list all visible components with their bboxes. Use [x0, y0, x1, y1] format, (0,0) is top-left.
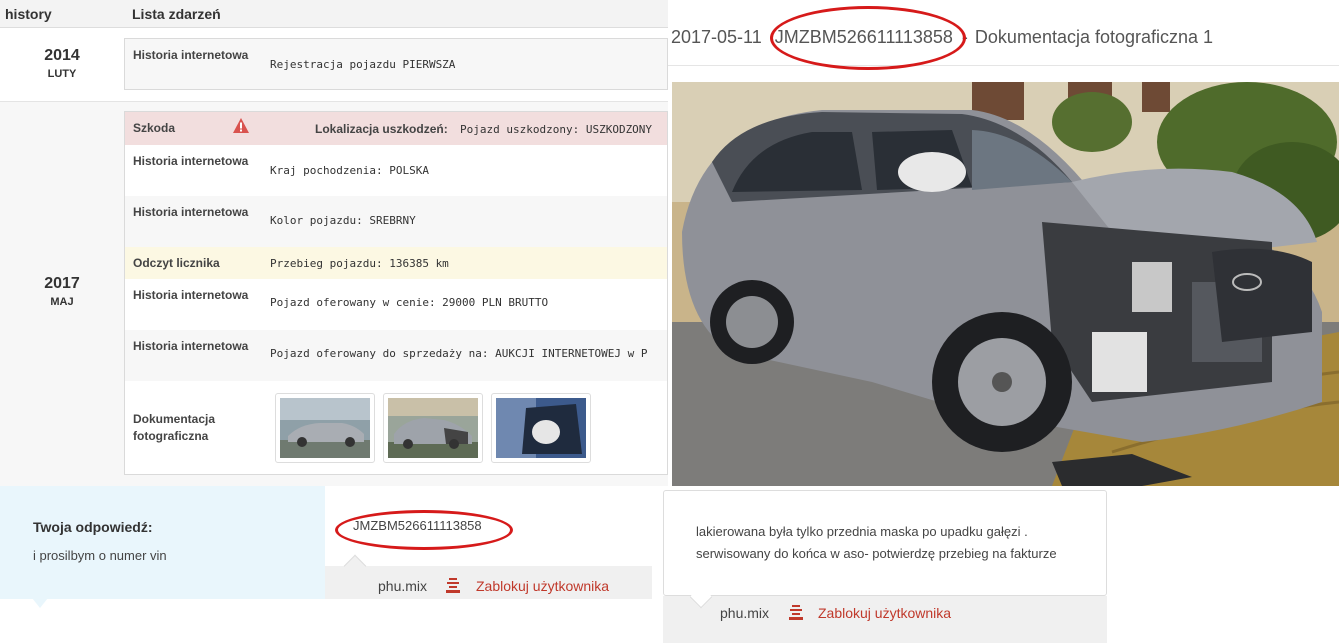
events-2014: Historia internetowa Rejestracja pojazdu…: [124, 38, 668, 90]
event-text: Kraj pochodzenia: POLSKA: [270, 164, 429, 177]
your-answer-label: Twoja odpowiedź:: [33, 519, 153, 535]
event-row: Historia internetowa Pojazd oferowany w …: [125, 279, 667, 330]
event-row-photos: Dokumentacja fotograficzna: [125, 381, 667, 475]
seller-username[interactable]: phu.mix: [720, 605, 769, 621]
reply-message-box: lakierowana była tylko przednia maska po…: [663, 490, 1107, 596]
damaged-car-photo[interactable]: [672, 82, 1339, 486]
event-text: Kolor pojazdu: SREBRNY: [270, 214, 416, 227]
event-row: Historia internetowa Kraj pochodzenia: P…: [125, 145, 667, 196]
event-row: Historia internetowa Pojazd oferowany do…: [125, 330, 667, 381]
photo-thumbnail[interactable]: [383, 393, 483, 463]
event-row: Historia internetowa Kolor pojazdu: SREB…: [125, 196, 667, 247]
block-user-link[interactable]: Zablokuj użytkownika: [818, 605, 951, 621]
month-label: LUTY: [47, 68, 77, 80]
photo-thumbnail[interactable]: [275, 393, 375, 463]
annotation-circle-vin: [770, 6, 966, 70]
warning-triangle-icon: [233, 118, 249, 133]
photo-header: 2017-05-11 JMZBM526611113858 - Dokumenta…: [668, 0, 1339, 70]
event-type: Dokumentacja fotograficzna: [133, 412, 216, 443]
photo-date: 2017-05-11: [671, 27, 762, 47]
event-type: Historia internetowa: [133, 339, 249, 353]
seller-reply-2: lakierowana była tylko przednia maska po…: [663, 490, 1107, 643]
history-header: history Lista zdarzeń: [0, 0, 668, 28]
event-row-damage: Szkoda Lokalizacja uszkodzeń: Pojazd usz…: [125, 112, 667, 145]
your-answer-text: i prosilbym o numer vin: [33, 548, 167, 563]
photo-panel: 2017-05-11 JMZBM526611113858 - Dokumenta…: [668, 0, 1339, 486]
event-text: Pojazd oferowany w cenie: 29000 PLN BRUT…: [270, 296, 549, 309]
year-label: 2017: [44, 275, 80, 292]
history-header-left: history: [5, 6, 52, 22]
block-user-icon[interactable]: [789, 604, 803, 621]
event-text: Rejestracja pojazdu PIERWSZA: [270, 58, 456, 71]
reply-message-line-1: lakierowana była tylko przednia maska po…: [696, 524, 1028, 539]
your-answer-box: Twoja odpowiedź: i prosilbym o numer vin: [0, 486, 325, 608]
event-type: Historia internetowa: [133, 288, 249, 302]
car-thumbnail-1: [280, 398, 370, 458]
car-photo-illustration: [672, 82, 1339, 486]
event-type: Historia internetowa: [133, 154, 249, 168]
reply-bubble-notch: [343, 554, 367, 578]
car-thumbnail-2: [388, 398, 478, 458]
history-header-events: Lista zdarzeń: [132, 6, 221, 22]
seller-reply-1: JMZBM526611113858 phu.mix Zablokuj użytk…: [325, 486, 652, 599]
event-text: Pojazd uszkodzony: USZKODZONY: [460, 123, 653, 136]
event-text: Przebieg pojazdu: 136385 km: [270, 257, 449, 270]
year-2014: 2014 LUTY: [0, 47, 124, 80]
event-row: Historia internetowa Rejestracja pojazdu…: [125, 39, 667, 89]
event-type: Historia internetowa: [133, 205, 249, 219]
answer-bubble-tail: [32, 598, 48, 608]
seller-username[interactable]: phu.mix: [378, 578, 427, 594]
car-thumbnail-3: [496, 398, 586, 458]
event-type: Historia internetowa: [133, 48, 249, 62]
event-row-odometer: Odczyt licznika Przebieg pojazdu: 136385…: [125, 247, 667, 279]
reply-message-line-2: serwisowany do końca w aso- potwierdzę p…: [696, 546, 1057, 561]
photo-title-text: Dokumentacja fotograficzna 1: [974, 27, 1214, 47]
year-2017: 2017 MAJ: [0, 275, 124, 308]
year-label: 2014: [44, 47, 80, 64]
events-2017: Szkoda Lokalizacja uszkodzeń: Pojazd usz…: [124, 111, 668, 475]
block-user-link[interactable]: Zablokuj użytkownika: [476, 578, 609, 594]
month-label: MAJ: [50, 296, 74, 308]
damage-location-label: Lokalizacja uszkodzeń:: [315, 122, 448, 136]
event-text: Pojazd oferowany do sprzedaży na: AUKCJI…: [270, 347, 648, 360]
annotation-circle-vin: [335, 510, 513, 550]
block-user-icon[interactable]: [446, 577, 460, 594]
event-type: Odczyt licznika: [133, 256, 220, 270]
photo-thumbnail[interactable]: [491, 393, 591, 463]
history-panel: history Lista zdarzeń 2014 LUTY Historia…: [0, 0, 668, 486]
